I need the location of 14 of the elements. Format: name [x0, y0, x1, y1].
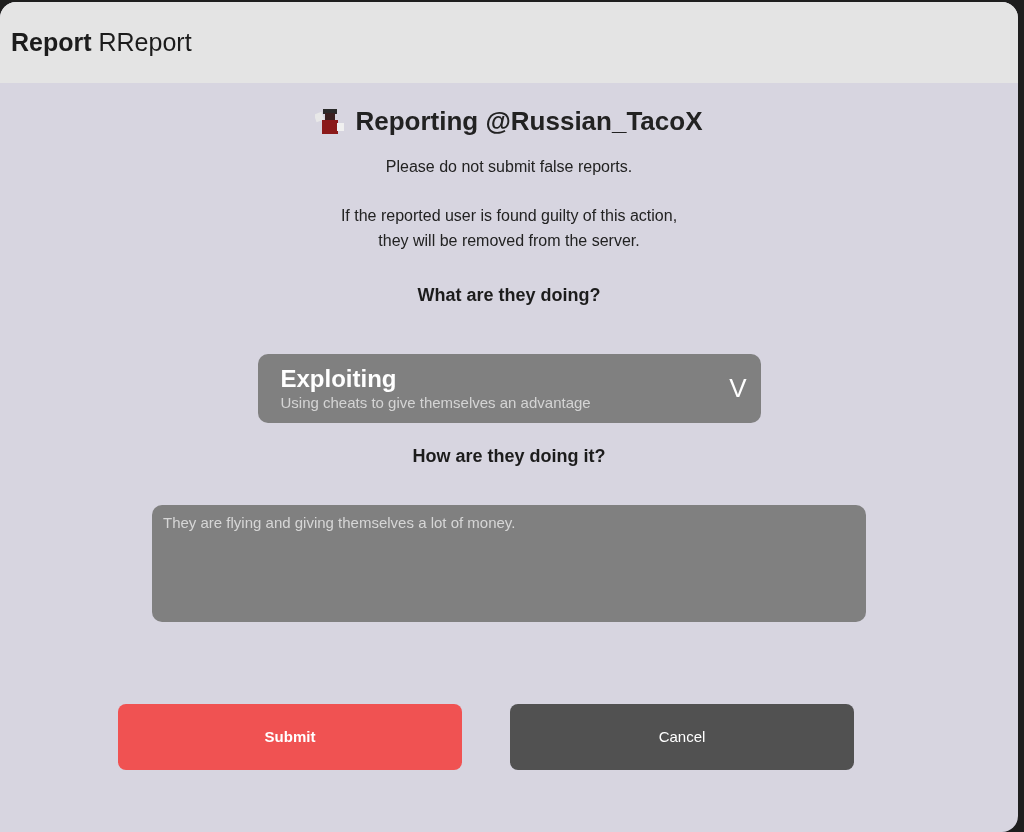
details-text-area[interactable]: They are flying and giving themselves a lot of money. [152, 505, 866, 622]
question-label: What are they doing? [417, 284, 601, 307]
category-description: Using cheats to give themselves an advantage [280, 393, 591, 412]
chevron-icon: V [729, 369, 747, 408]
warning-text: If the reported user is found guilty of this action, they will be removed from the server. [339, 206, 679, 251]
category-dropdown[interactable]: Exploiting Using cheats to give themselves an advantage V [257, 354, 761, 423]
report-heading: Reporting @Russian_TacoX [355, 105, 703, 137]
question-label: How are they doing it? [412, 445, 606, 468]
submit-button[interactable]: Submit [118, 704, 462, 770]
notice-text: Please do not submit false reports. [385, 157, 633, 177]
window-title: Report RReport [11, 26, 192, 58]
cancel-button[interactable]: Cancel [510, 704, 854, 770]
avatar-icon [315, 107, 346, 135]
selected-category: Exploiting [280, 365, 398, 393]
